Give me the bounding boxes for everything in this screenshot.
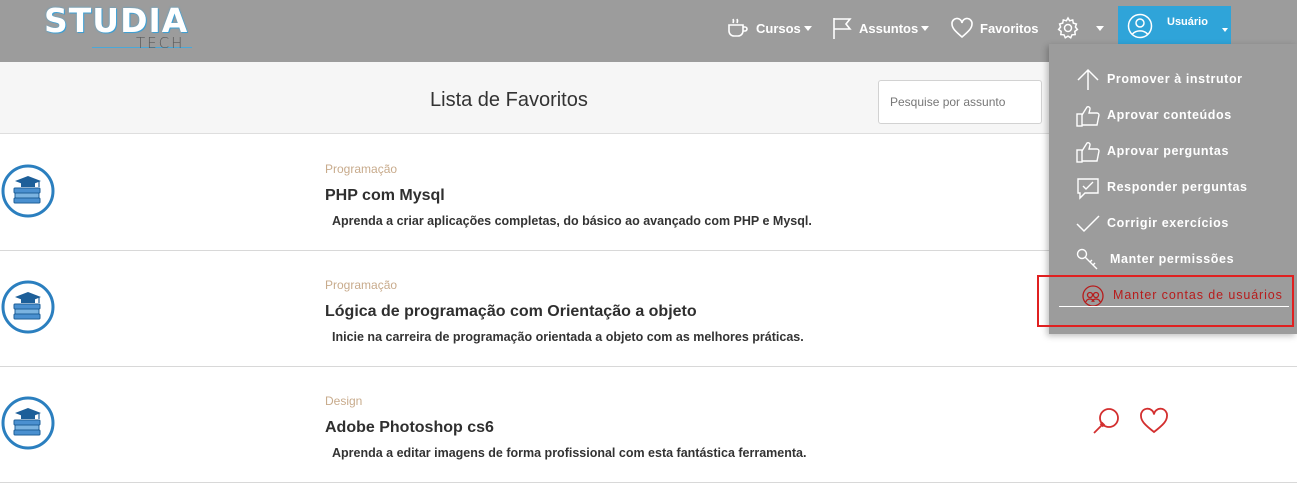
course-category: Programação bbox=[325, 162, 398, 176]
chat-check-icon bbox=[1075, 175, 1101, 201]
menu-item-aprovar-conteudos[interactable]: Aprovar conteúdos bbox=[1049, 98, 1297, 132]
nav-cursos[interactable]: Cursos bbox=[726, 14, 812, 42]
heart-icon bbox=[951, 17, 973, 39]
nav-favoritos[interactable]: Favoritos bbox=[950, 14, 1039, 42]
menu-item-manter-permissoes[interactable]: Manter permissões bbox=[1049, 242, 1297, 276]
menu-item-corrigir-exercicios[interactable]: Corrigir exercícios bbox=[1049, 206, 1297, 240]
user-menu-button[interactable]: Usuário bbox=[1118, 6, 1231, 46]
course-description: Aprenda a editar imagens de forma profis… bbox=[332, 446, 807, 460]
heart-icon[interactable] bbox=[1139, 407, 1169, 435]
nav-favoritos-label: Favoritos bbox=[980, 20, 1039, 36]
chevron-down-icon bbox=[921, 25, 930, 31]
menu-item-label: Corrigir exercícios bbox=[1107, 216, 1229, 230]
menu-item-promover-instrutor[interactable]: Promover à instrutor bbox=[1049, 62, 1297, 96]
chevron-down-icon bbox=[803, 25, 812, 31]
search-input[interactable] bbox=[878, 80, 1042, 124]
flag-icon bbox=[833, 18, 852, 39]
menu-item-aprovar-perguntas[interactable]: Aprovar perguntas bbox=[1049, 134, 1297, 168]
page-title: Lista de Favoritos bbox=[430, 89, 588, 111]
course-category: Programação bbox=[325, 278, 398, 292]
thumbs-up-icon bbox=[1075, 139, 1101, 165]
chevron-down-icon bbox=[1096, 25, 1104, 31]
course-row[interactable]: Design Adobe Photoshop cs6 Aprenda a edi… bbox=[0, 367, 1297, 483]
graduation-books-icon bbox=[1, 164, 55, 218]
check-icon bbox=[1075, 211, 1101, 237]
nav-assuntos[interactable]: Assuntos bbox=[831, 14, 930, 42]
nav-cursos-label: Cursos bbox=[756, 20, 801, 36]
logo-sub-text: TECH bbox=[136, 34, 185, 52]
course-description: Aprenda a criar aplicações completas, do… bbox=[332, 214, 812, 228]
menu-item-responder-perguntas[interactable]: Responder perguntas bbox=[1049, 170, 1297, 204]
graduation-books-icon bbox=[1, 396, 55, 450]
menu-item-label: Aprovar conteúdos bbox=[1107, 108, 1232, 122]
menu-item-label: Manter permissões bbox=[1110, 252, 1235, 266]
menu-item-label: Responder perguntas bbox=[1107, 180, 1248, 194]
wrench-icon bbox=[1075, 247, 1101, 273]
coffee-cup-icon bbox=[728, 18, 748, 37]
nav-assuntos-label: Assuntos bbox=[859, 20, 919, 36]
search-icon[interactable] bbox=[1090, 405, 1122, 437]
menu-item-label: Aprovar perguntas bbox=[1107, 144, 1230, 158]
course-category: Design bbox=[325, 394, 363, 408]
course-title[interactable]: Adobe Photoshop cs6 bbox=[325, 419, 494, 437]
arrow-up-icon bbox=[1075, 67, 1101, 93]
thumbs-up-icon bbox=[1075, 103, 1101, 129]
course-description: Inicie na carreira de programação orient… bbox=[332, 330, 804, 344]
course-title[interactable]: PHP com Mysql bbox=[325, 187, 445, 205]
menu-item-label: Promover à instrutor bbox=[1107, 72, 1243, 86]
gear-icon bbox=[1057, 16, 1079, 39]
highlight-box bbox=[1037, 275, 1294, 327]
graduation-books-icon bbox=[1, 280, 55, 334]
chevron-down-icon bbox=[1222, 28, 1228, 32]
studia-tech-logo[interactable]: STUDIA TECH bbox=[44, 2, 196, 56]
course-title[interactable]: Lógica de programação com Orientação a o… bbox=[325, 303, 697, 321]
user-icon bbox=[1127, 13, 1153, 39]
settings-menu[interactable] bbox=[1056, 14, 1104, 42]
user-menu-label: Usuário bbox=[1167, 16, 1208, 28]
